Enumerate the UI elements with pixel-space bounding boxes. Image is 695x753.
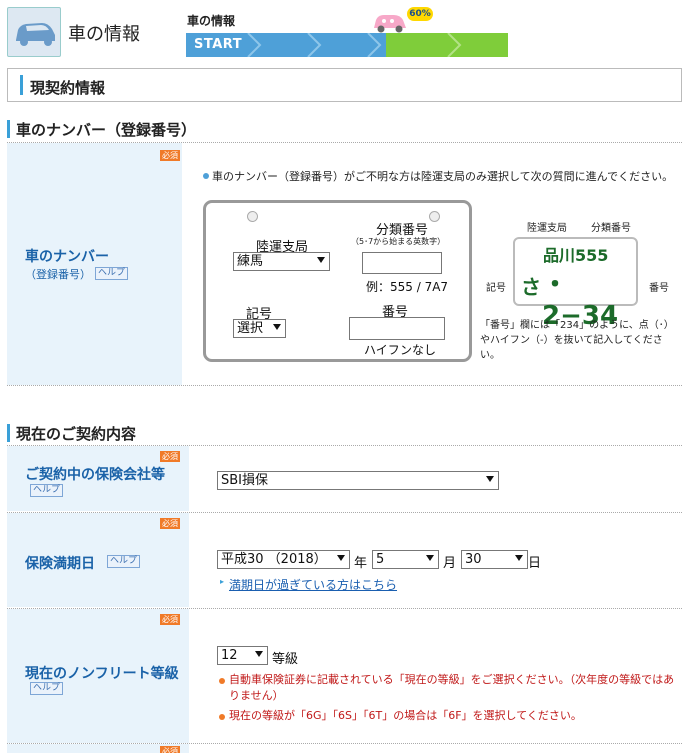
grade-suffix: 等級 — [272, 652, 299, 667]
sample-plate-kana: さ — [521, 275, 541, 299]
chevron-down-icon — [426, 555, 434, 561]
bullet-icon — [203, 173, 209, 179]
grade-select[interactable]: 12 — [217, 646, 268, 665]
grade-label: 現在のノンフリート等級 — [25, 666, 179, 682]
required-badge: 必須 — [160, 451, 180, 462]
rivet-icon — [429, 211, 440, 222]
bango-input[interactable] — [349, 317, 445, 340]
bullet-icon — [219, 678, 225, 684]
sample-plate: 品川555 さ ・2−34 — [513, 237, 638, 331]
grade-note-2: 現在の等級が「6G」「6S」「6T」の場合は「6F」を選択してください。 — [229, 709, 582, 722]
required-badge: 必須 — [160, 746, 180, 753]
help-button[interactable]: ヘルプ — [107, 555, 141, 568]
insurer-label: ご契約中の保険会社等 — [25, 467, 165, 483]
sample-rikuun-label: 陸運支局 — [527, 223, 567, 234]
required-badge: 必須 — [160, 614, 180, 625]
plate-form: 陸運支局 練馬 分類番号 （5･7から始まる英数字） 例：555 / 7A7 記… — [203, 200, 472, 362]
plate-note: 車のナンバー（登録番号）がご不明な方は陸運支局のみ選択して次の質問に進んでくださ… — [212, 170, 674, 183]
rivet-icon — [247, 211, 258, 222]
bullet-icon — [219, 714, 225, 720]
heading-accent-bar — [7, 120, 10, 138]
progress-label: 車の情報 — [187, 14, 236, 28]
heading-accent-bar — [7, 424, 10, 442]
month-select[interactable]: 5 — [372, 550, 439, 569]
sample-plate-top: 品川555 — [543, 246, 609, 265]
chevron-down-icon — [317, 257, 325, 263]
day-select[interactable]: 30 — [461, 550, 528, 569]
required-badge: 必須 — [160, 150, 180, 161]
chevron-down-icon — [486, 476, 494, 482]
car-icon — [7, 7, 61, 57]
help-button[interactable]: ヘルプ — [30, 682, 64, 695]
chevron-down-icon — [515, 555, 523, 561]
link-arrow-icon: ▸ — [220, 577, 225, 586]
rikuun-select[interactable]: 練馬 — [233, 252, 330, 271]
contract-heading: 現在のご契約内容 — [16, 425, 137, 443]
section-header: 現契約情報 — [7, 68, 682, 102]
plate-sublabel: （登録番号） — [25, 268, 91, 281]
bunrui-input[interactable] — [362, 252, 442, 274]
page-title: 車の情報 — [68, 24, 140, 45]
help-button[interactable]: ヘルプ — [30, 484, 64, 497]
section-title: 現契約情報 — [30, 79, 106, 97]
progress-start-label: START — [194, 37, 243, 52]
expired-link[interactable]: 満期日が過ぎている方はこちら — [229, 576, 397, 593]
sample-kigo-label: 記号 — [486, 283, 506, 294]
insurer-select[interactable]: SBI損保 — [217, 471, 499, 490]
bunrui-sublabel: （5･7から始まる英数字） — [351, 237, 446, 246]
bunrui-example: 例：555 / 7A7 — [366, 280, 449, 294]
day-suffix: 日 — [528, 556, 542, 571]
help-button[interactable]: ヘルプ — [95, 267, 129, 280]
sample-note: 「番号」欄には「234」のように、点（･）やハイフン（-）を抜いて記入してくださ… — [480, 320, 674, 361]
chevron-down-icon — [337, 555, 345, 561]
required-badge: 必須 — [160, 518, 180, 529]
era-year-select[interactable]: 平成30 （2018） — [217, 550, 350, 569]
chevron-down-icon — [273, 324, 281, 330]
plate-label: 車のナンバー — [25, 249, 109, 265]
section-accent-bar — [20, 75, 23, 95]
chevron-down-icon — [255, 651, 263, 657]
year-suffix: 年 — [354, 556, 368, 571]
pink-car-icon — [374, 15, 406, 33]
grade-note-1: 自動車保険証券に記載されている「現在の等級」をご選択ください。（次年度の等級では… — [229, 673, 675, 702]
plate-heading: 車のナンバー（登録番号） — [16, 121, 197, 139]
expiry-label: 保険満期日 — [25, 556, 95, 572]
sample-bunrui-label: 分類番号 — [591, 223, 631, 234]
kigo-select[interactable]: 選択 — [233, 319, 286, 338]
bango-note: ハイフンなし — [364, 343, 437, 357]
progress-bar: START — [186, 33, 508, 57]
sample-bango-label: 番号 — [649, 283, 669, 294]
divider — [7, 385, 682, 386]
progress-percent-badge: 60% — [407, 7, 433, 21]
month-suffix: 月 — [443, 556, 457, 571]
